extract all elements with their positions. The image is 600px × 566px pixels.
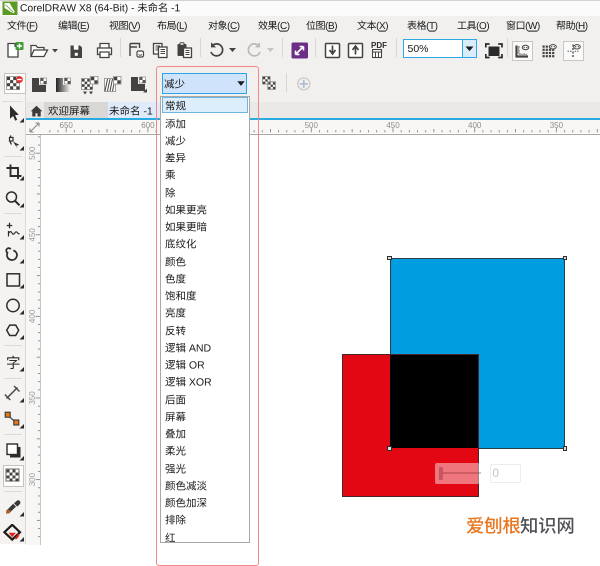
svg-text:600: 600 — [141, 121, 155, 130]
svg-text:300: 300 — [28, 472, 37, 486]
svg-text:450: 450 — [386, 121, 400, 130]
svg-text:350: 350 — [550, 121, 564, 130]
svg-text:350: 350 — [28, 391, 37, 405]
svg-text:400: 400 — [468, 121, 482, 130]
svg-text:650: 650 — [60, 121, 74, 130]
svg-text:500: 500 — [305, 121, 319, 130]
svg-text:400: 400 — [28, 309, 37, 323]
svg-text:500: 500 — [28, 146, 37, 160]
svg-text:450: 450 — [28, 227, 37, 241]
